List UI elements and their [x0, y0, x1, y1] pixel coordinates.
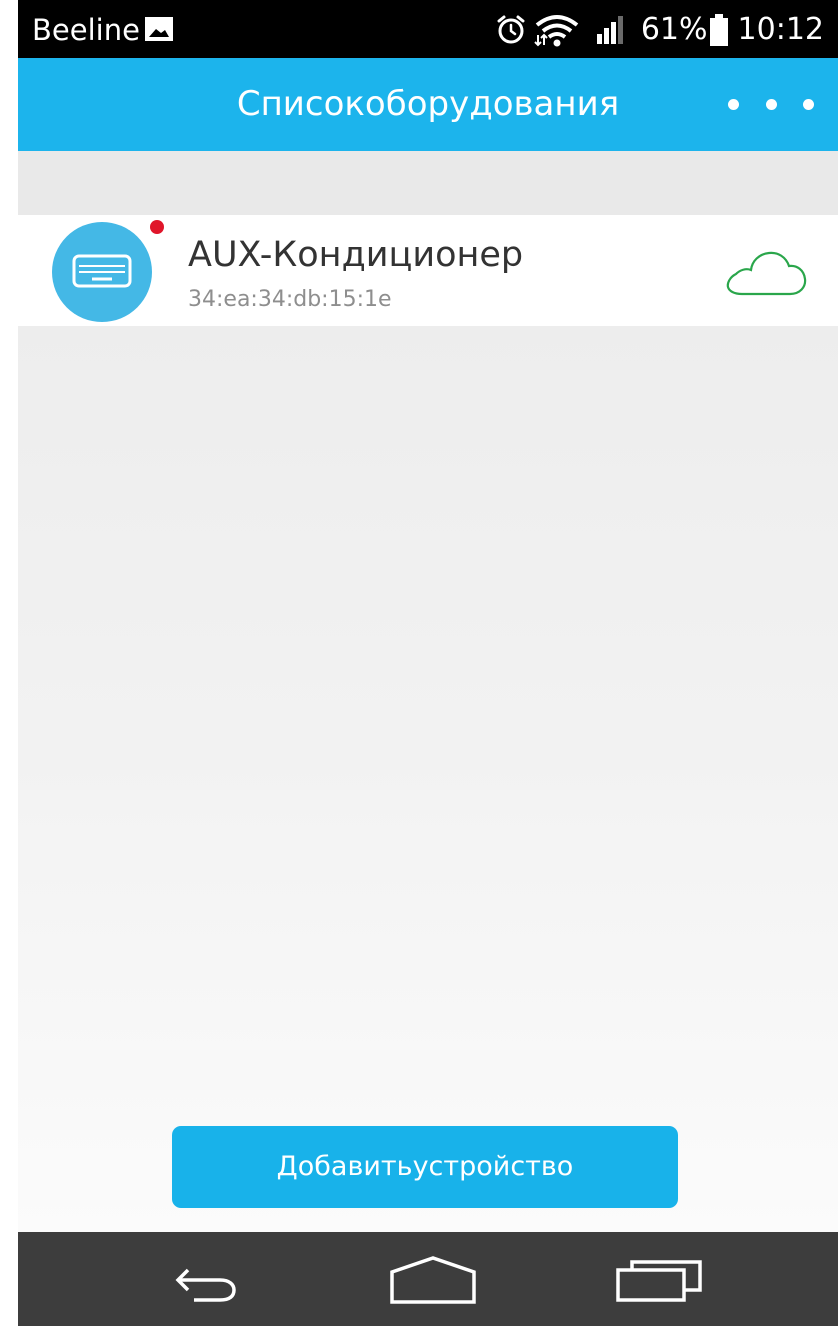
recents-button[interactable]	[610, 1250, 702, 1310]
device-mac-address: 34:ea:34:db:15:1e	[188, 287, 392, 312]
device-name: AUX-Кондиционер	[188, 235, 524, 275]
back-icon	[175, 1268, 236, 1302]
more-dots-icon	[803, 98, 814, 110]
cloud-icon[interactable]	[724, 250, 808, 298]
add-device-button[interactable]: Добавитьустройство	[172, 1126, 678, 1208]
device-list-area: AUX-Кондиционер 34:ea:34:db:15:1e Добави…	[18, 151, 838, 1232]
notification-dot	[150, 220, 164, 234]
carrier-name: Beeline	[32, 13, 140, 47]
device-list-item[interactable]: AUX-Кондиционер 34:ea:34:db:15:1e	[18, 215, 838, 326]
air-conditioner-icon	[52, 222, 152, 322]
clock: 10:12	[737, 12, 824, 47]
signal-icon	[596, 16, 623, 44]
page-title: Списокоборудования	[236, 84, 620, 124]
list-header-spacer	[18, 151, 838, 215]
gallery-icon	[145, 17, 173, 41]
battery-percent: 61%	[640, 12, 708, 47]
recents-icon	[616, 1260, 702, 1302]
device-screen: Beeline 61% 10:12 Списокоборудования AUX…	[18, 0, 838, 1326]
wifi-icon	[534, 15, 579, 47]
more-dots-icon	[765, 98, 777, 110]
app-header: Списокоборудования	[18, 58, 838, 151]
alarm-icon	[497, 15, 525, 44]
back-button[interactable]	[158, 1250, 248, 1310]
battery-icon	[709, 14, 728, 46]
status-icons: 61% 10:12	[495, 10, 824, 50]
more-options-button[interactable]	[728, 91, 814, 117]
home-button[interactable]	[378, 1250, 476, 1310]
status-bar: Beeline 61% 10:12	[18, 0, 838, 58]
navigation-bar	[18, 1232, 838, 1326]
more-dots-icon	[728, 98, 739, 110]
home-icon	[390, 1256, 476, 1304]
